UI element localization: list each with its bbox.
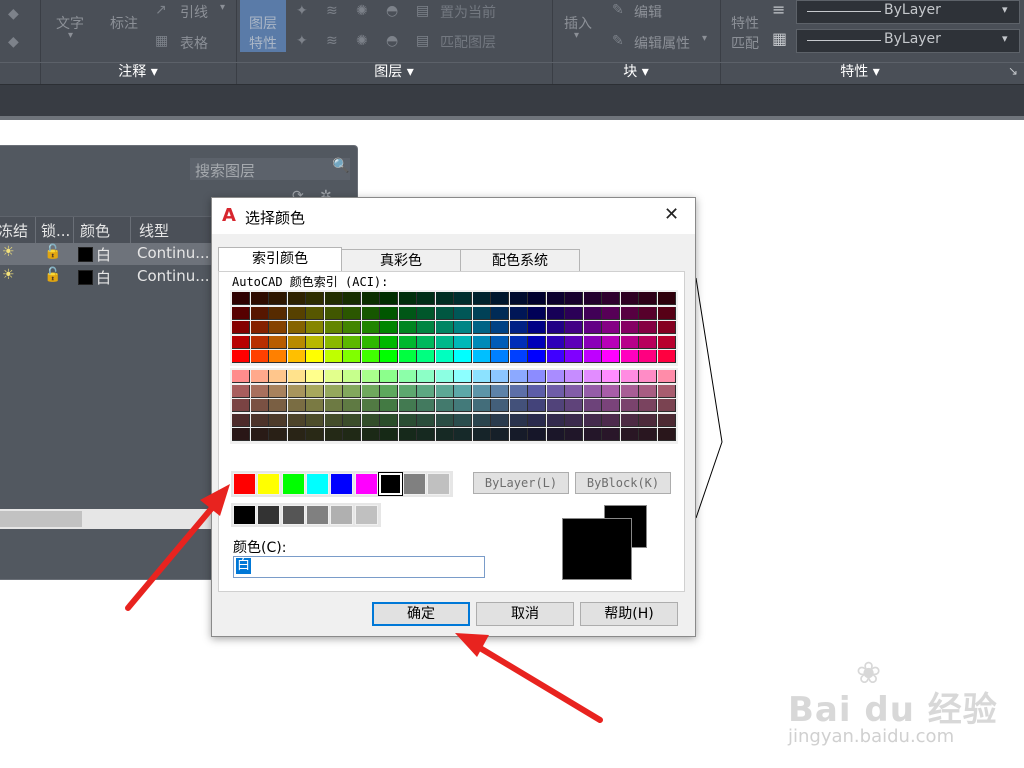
arrow-head-icon — [200, 484, 230, 516]
annotation-arrows — [125, 484, 603, 723]
watermark-brand: Bai du 经验 — [788, 690, 998, 730]
watermark-url: jingyan.baidu.com — [788, 726, 955, 747]
paw-icon: ❀ — [856, 656, 882, 691]
